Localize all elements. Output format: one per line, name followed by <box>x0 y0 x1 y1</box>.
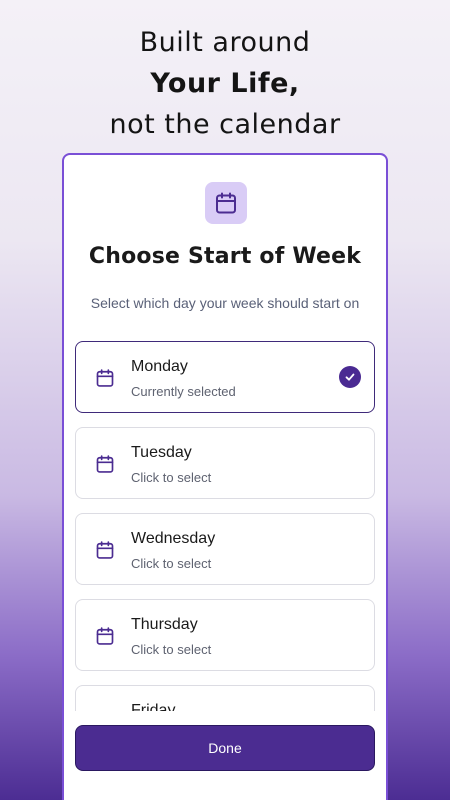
day-label: Wednesday <box>131 530 216 547</box>
calendar-icon <box>96 455 114 473</box>
day-status: Click to select <box>131 642 212 657</box>
done-button[interactable]: Done <box>75 725 375 771</box>
check-icon <box>339 366 361 388</box>
day-status: Currently selected <box>131 384 236 399</box>
day-label: Monday <box>131 358 188 375</box>
day-label: Friday <box>131 702 176 711</box>
day-option-friday[interactable]: Friday <box>75 685 375 711</box>
day-label: Thursday <box>131 616 198 633</box>
card-subtitle: Select which day your week should start … <box>90 295 360 311</box>
calendar-icon <box>96 627 114 645</box>
day-list[interactable]: Monday Currently selected Tuesday Click … <box>75 341 375 711</box>
day-option-monday[interactable]: Monday Currently selected <box>75 341 375 413</box>
day-option-wednesday[interactable]: Wednesday Click to select <box>75 513 375 585</box>
calendar-icon <box>96 541 114 559</box>
start-of-week-card: Choose Start of Week Select which day yo… <box>62 153 388 800</box>
day-label: Tuesday <box>131 444 192 461</box>
headline-line-2: Your Life, <box>150 68 300 99</box>
headline-line-3: not the calendar <box>109 109 341 140</box>
headline: Built around Your Life, not the calendar <box>0 22 450 145</box>
day-option-thursday[interactable]: Thursday Click to select <box>75 599 375 671</box>
calendar-icon <box>205 182 247 224</box>
headline-line-1: Built around <box>139 27 311 58</box>
day-option-tuesday[interactable]: Tuesday Click to select <box>75 427 375 499</box>
card-title: Choose Start of Week <box>88 244 362 269</box>
day-status: Click to select <box>131 470 212 485</box>
calendar-icon <box>96 369 114 387</box>
day-status: Click to select <box>131 556 212 571</box>
